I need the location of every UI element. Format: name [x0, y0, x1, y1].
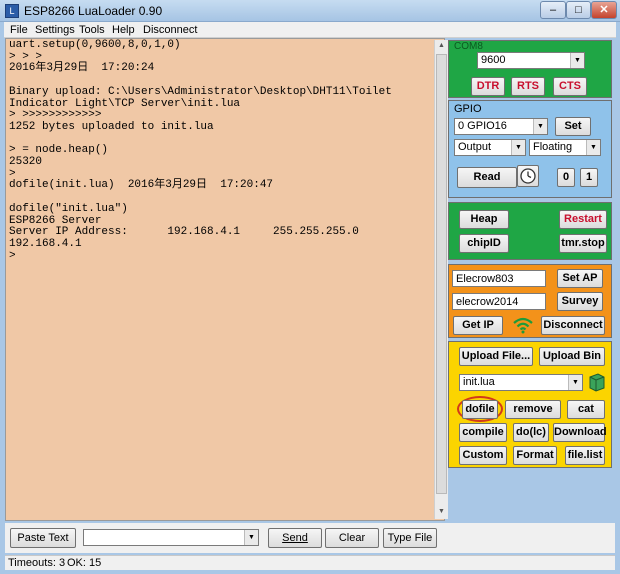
gpio-pin-select[interactable]: 0 GPIO16 ▼ — [454, 118, 548, 135]
book-icon[interactable] — [587, 372, 607, 392]
console-output[interactable]: uart.setup(0,9600,8,0,1,0) > > > 2016年3月… — [5, 38, 448, 521]
com-label: COM8 — [454, 41, 483, 52]
dofile-button[interactable]: dofile — [462, 400, 498, 419]
gpio-label: GPIO — [454, 103, 482, 115]
chevron-down-icon: ▼ — [568, 375, 582, 390]
timeouts-count: Timeouts: 3 — [8, 557, 66, 569]
set-ap-button[interactable]: Set AP — [557, 269, 603, 288]
upload-file-button[interactable]: Upload File... — [459, 347, 533, 366]
wifi-panel: Set AP Survey Get IP Disconnect — [448, 264, 612, 338]
gpio-panel: GPIO 0 GPIO16 ▼ Set Output ▼ Floating ▼ … — [448, 100, 612, 198]
console-text: uart.setup(0,9600,8,0,1,0) > > > 2016年3月… — [9, 39, 392, 262]
menu-disconnect[interactable]: Disconnect — [143, 23, 197, 37]
wifi-icon — [512, 315, 534, 335]
send-button[interactable]: Send — [268, 528, 322, 548]
file-value: init.lua — [463, 376, 495, 388]
cat-button[interactable]: cat — [567, 400, 605, 419]
chevron-down-icon: ▼ — [244, 530, 258, 545]
chevron-down-icon: ▼ — [586, 140, 600, 155]
ok-count: OK: 15 — [67, 557, 102, 569]
password-input[interactable] — [452, 293, 546, 310]
gpio-mode-value: Output — [458, 141, 492, 153]
file-select[interactable]: init.lua ▼ — [459, 374, 583, 391]
command-input[interactable]: ▼ — [83, 529, 259, 546]
gpio-set-button[interactable]: Set — [555, 117, 591, 136]
chevron-down-icon: ▼ — [511, 140, 525, 155]
paste-text-button[interactable]: Paste Text — [10, 528, 76, 548]
download-button[interactable]: Download — [553, 423, 607, 442]
wifi-disconnect-button[interactable]: Disconnect — [541, 316, 605, 335]
gpio-pin-value: 0 GPIO16 — [458, 120, 507, 132]
dtr-button[interactable]: DTR — [471, 77, 505, 96]
window-title: ESP8266 LuaLoader 0.90 — [24, 4, 163, 18]
command-bar: Paste Text ▼ Send Clear Type File — [5, 523, 615, 553]
minimize-button[interactable]: – — [540, 1, 566, 19]
upload-bin-button[interactable]: Upload Bin — [539, 347, 605, 366]
chevron-down-icon: ▼ — [570, 53, 584, 68]
clear-button[interactable]: Clear — [325, 528, 379, 548]
tmr-stop-button[interactable]: tmr.stop — [559, 234, 607, 253]
heap-button[interactable]: Heap — [459, 210, 509, 229]
menu-settings[interactable]: Settings — [35, 23, 75, 37]
gpio-1-button[interactable]: 1 — [580, 168, 598, 187]
baud-select[interactable]: 9600 ▼ — [477, 52, 585, 69]
scroll-up-icon[interactable]: ▲ — [436, 40, 447, 52]
restart-button[interactable]: Restart — [559, 210, 607, 229]
app-icon: L — [5, 4, 19, 18]
menu-tools[interactable]: Tools — [79, 23, 105, 37]
console-scrollbar[interactable]: ▲ ▼ — [434, 40, 448, 519]
files-panel: Upload File... Upload Bin init.lua ▼ dof… — [448, 341, 612, 468]
gpio-pull-value: Floating — [533, 141, 573, 153]
scroll-down-icon[interactable]: ▼ — [436, 506, 447, 518]
remove-button[interactable]: remove — [505, 400, 561, 419]
title-bar: L ESP8266 LuaLoader 0.90 – □ ✕ — [0, 0, 620, 22]
chipid-button[interactable]: chipID — [459, 234, 509, 253]
ssid-input[interactable] — [452, 270, 546, 287]
cts-button[interactable]: CTS — [553, 77, 587, 96]
scroll-thumb[interactable] — [436, 54, 447, 494]
menu-help[interactable]: Help — [112, 23, 135, 37]
custom-button[interactable]: Custom — [459, 446, 507, 465]
gpio-mode-select[interactable]: Output ▼ — [454, 139, 526, 156]
type-file-button[interactable]: Type File — [383, 528, 437, 548]
menu-bar: File Settings Tools Help Disconnect — [4, 22, 616, 38]
compile-button[interactable]: compile — [459, 423, 507, 442]
survey-button[interactable]: Survey — [557, 292, 603, 311]
get-ip-button[interactable]: Get IP — [453, 316, 503, 335]
menu-file[interactable]: File — [10, 23, 28, 37]
gpio-read-button[interactable]: Read — [457, 167, 517, 188]
gpio-pull-select[interactable]: Floating ▼ — [529, 139, 601, 156]
do-lc-button[interactable]: do(lc) — [513, 423, 549, 442]
maximize-button[interactable]: □ — [566, 1, 591, 19]
close-button[interactable]: ✕ — [591, 1, 617, 19]
node-panel: Heap Restart chipID tmr.stop — [448, 202, 612, 260]
format-button[interactable]: Format — [513, 446, 557, 465]
rts-button[interactable]: RTS — [511, 77, 545, 96]
com-panel: COM8 9600 ▼ DTR RTS CTS — [448, 40, 612, 98]
baud-value: 9600 — [481, 54, 506, 66]
status-bar: Timeouts: 3 OK: 15 — [5, 555, 615, 570]
clock-icon[interactable] — [517, 165, 539, 187]
chevron-down-icon: ▼ — [533, 119, 547, 134]
file-list-button[interactable]: file.list — [565, 446, 605, 465]
gpio-0-button[interactable]: 0 — [557, 168, 575, 187]
